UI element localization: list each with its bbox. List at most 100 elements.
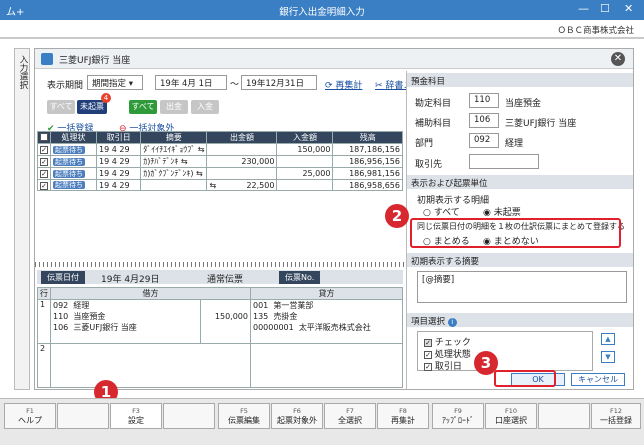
f2-button[interactable] xyxy=(57,403,109,429)
f9-upload-button[interactable]: F9 ｱｯﾌﾟﾛｰﾄﾞ xyxy=(432,403,484,429)
select-all-checkbox[interactable] xyxy=(37,131,51,144)
row-out: 230,000 xyxy=(206,155,278,168)
account-code-input[interactable]: 110 xyxy=(469,93,499,108)
partner-label: 取引先 xyxy=(415,160,443,170)
slip-table: 行 借方 貸方 1 092 経理 110 当座預金 106 三菱UFJ銀行 当座… xyxy=(37,287,403,388)
slip-col-row: 行 xyxy=(37,287,51,300)
slip-col-credit: 貸方 xyxy=(250,287,403,300)
f11-button[interactable] xyxy=(538,403,590,429)
info-icon[interactable]: i xyxy=(447,318,457,327)
table-row[interactable]: ✓ 起票待ち 19 4 29 ｶ)ﾁﾊﾞﾃﾞﾝｷ ⇆ 230,000 186,9… xyxy=(37,155,403,168)
row-checkbox[interactable]: ✓ xyxy=(40,181,48,190)
col-in[interactable]: 入金額 xyxy=(276,131,334,144)
row-balance: 186,958,656 xyxy=(332,179,403,191)
summary-section-title: 初期表示する摘要 xyxy=(407,253,633,267)
filter-all-button[interactable]: すべて xyxy=(47,100,75,114)
row-date: 19 4 29 xyxy=(95,167,142,180)
row-summary: ﾀﾞｲｲﾁｴｲｷﾞｮｳﾌﾞ ⇆ xyxy=(140,143,208,156)
function-key-bar: F1 ヘルプ F3 設定 F5 伝票編集 F6 起票対象外 F7 全選択 F8 再集計 F9… xyxy=(0,398,644,445)
row-date: 19 4 29 xyxy=(95,143,142,156)
slip-credit-account[interactable]: 001 第一営業部 135 売掛金 00000001 太平洋販売株式会社 xyxy=(250,299,403,344)
period-to-input[interactable]: 19年12月31日 xyxy=(241,75,317,90)
status-badge: 起票待ち xyxy=(53,157,85,166)
link-icon[interactable]: ⇆ xyxy=(209,181,216,190)
f5-edit-slip-button[interactable]: F5 伝票編集 xyxy=(218,403,270,429)
partner-input[interactable] xyxy=(469,154,539,169)
link-icon[interactable]: ⇆ xyxy=(198,145,205,154)
panel-close-icon[interactable]: ✕ xyxy=(611,52,625,66)
account-name: 当座預金 xyxy=(505,99,542,109)
radio-initial-unposted[interactable]: ◉ 未起票 xyxy=(483,205,521,218)
status-badge: 起票待ち xyxy=(53,145,85,154)
row-balance: 187,186,156 xyxy=(332,143,403,156)
dept-code-input[interactable]: 092 xyxy=(469,133,499,148)
row-summary: ｶ)ｶﾞｸﾌﾞﾝﾃﾞﾝｷ) ⇆ xyxy=(140,167,208,180)
row-checkbox[interactable]: ✓ xyxy=(40,170,48,178)
period-mode-select[interactable]: 期間指定 ▾ xyxy=(87,75,143,90)
list-item[interactable]: ✓ 取引日 xyxy=(424,359,462,372)
f7-select-all-button[interactable]: F7 全選択 xyxy=(324,403,376,429)
minimize-icon[interactable]: — xyxy=(578,2,589,15)
slip-debit-account[interactable]: 092 経理 110 当座預金 106 三菱UFJ銀行 当座 xyxy=(50,299,201,344)
row-out xyxy=(206,143,278,156)
link-icon[interactable]: ⇆ xyxy=(196,169,203,178)
account-label: 勘定科目 xyxy=(415,99,452,109)
row-summary xyxy=(140,179,208,191)
side-tab[interactable]: 入力選択 xyxy=(14,48,30,390)
f12-bulk-register-button[interactable]: F12 一括登録 xyxy=(591,403,641,429)
col-balance[interactable]: 残高 xyxy=(332,131,403,144)
close-icon[interactable]: ✕ xyxy=(624,2,633,15)
f3-settings-button[interactable]: F3 設定 xyxy=(110,403,162,429)
table-row[interactable]: ✓ 起票待ち 19 4 29 ｶ)ｶﾞｸﾌﾞﾝﾃﾞﾝｷ) ⇆ 25,000 18… xyxy=(37,167,403,180)
status-badge: 起票待ち xyxy=(53,181,85,189)
table-row[interactable]: ✓ 起票待ち 19 4 29 ⇆ 22,500 186,958,656 xyxy=(37,179,403,191)
summary-input[interactable]: [@摘要] xyxy=(417,271,627,303)
filter-all2-button[interactable]: すべて xyxy=(129,100,157,114)
redisplay-link[interactable]: ⟳ 再集計 xyxy=(325,78,362,91)
col-summary[interactable]: 摘要 xyxy=(140,131,208,144)
slip-date[interactable]: 19年 4月29日 xyxy=(101,272,160,285)
period-label: 表示期間 xyxy=(47,81,84,91)
row-balance: 186,981,156 xyxy=(332,167,403,180)
row-out xyxy=(206,167,278,180)
row-out: ⇆ 22,500 xyxy=(206,179,278,191)
title-bar: ム+ 銀行入出金明細入力 — ☐ ✕ xyxy=(0,0,644,20)
slip-type[interactable]: 通常伝票 xyxy=(207,272,243,285)
step-marker-2: 2 xyxy=(385,204,409,228)
bank-name: 三菱UFJ銀行 当座 xyxy=(59,56,131,66)
slip-amount[interactable]: 150,000 xyxy=(200,299,251,344)
col-date[interactable]: 取引日 xyxy=(95,131,142,144)
radio-initial-all[interactable]: ○ すべて xyxy=(423,205,460,218)
move-down-icon[interactable]: ▼ xyxy=(601,351,615,363)
f6-exclude-button[interactable]: F6 起票対象外 xyxy=(271,403,323,429)
splitter[interactable] xyxy=(35,262,405,267)
table-row[interactable]: ✓ 起票待ち 19 4 29 ﾀﾞｲｲﾁｴｲｷﾞｮｳﾌﾞ ⇆ 150,000 1… xyxy=(37,143,403,156)
f8-recalc-button[interactable]: F8 再集計 xyxy=(377,403,429,429)
sub-account-name: 三菱UFJ銀行 当座 xyxy=(505,119,577,129)
deposit-section-title: 預金科目 xyxy=(407,73,633,87)
slip-line[interactable]: 2 xyxy=(37,343,403,388)
row-checkbox[interactable]: ✓ xyxy=(40,146,48,154)
slip-line[interactable]: 1 092 経理 110 当座預金 106 三菱UFJ銀行 当座 150,000… xyxy=(37,299,403,344)
f1-help-button[interactable]: F1 ヘルプ xyxy=(4,403,56,429)
sub-account-code-input[interactable]: 106 xyxy=(469,113,499,128)
row-in xyxy=(276,155,334,168)
f4-button[interactable] xyxy=(163,403,215,429)
move-up-icon[interactable]: ▲ xyxy=(601,333,615,345)
filter-outgo-button[interactable]: 出金 xyxy=(160,100,188,114)
maximize-icon[interactable]: ☐ xyxy=(600,2,610,15)
filter-income-button[interactable]: 入金 xyxy=(191,100,219,114)
period-from-input[interactable]: 19年 4月 1日 xyxy=(155,75,227,90)
row-summary: ｶ)ﾁﾊﾞﾃﾞﾝｷ ⇆ xyxy=(140,155,208,168)
cancel-button[interactable]: キャンセル xyxy=(571,373,625,386)
col-out[interactable]: 出金額 xyxy=(206,131,278,144)
item-list[interactable]: ✓ チェック ✓ 処理状態 ✓ 取引日 xyxy=(417,331,593,372)
row-checkbox[interactable]: ✓ xyxy=(40,158,48,166)
display-section-title: 表示および起票単位 xyxy=(407,175,633,189)
row-in: 150,000 xyxy=(276,143,334,156)
col-status[interactable]: 処理状 xyxy=(50,131,97,144)
link-icon[interactable]: ⇆ xyxy=(181,157,188,166)
f10-account-select-button[interactable]: F10 口座選択 xyxy=(485,403,537,429)
item-section-title: 項目選択 i xyxy=(407,313,633,327)
highlight-ok xyxy=(494,370,556,387)
